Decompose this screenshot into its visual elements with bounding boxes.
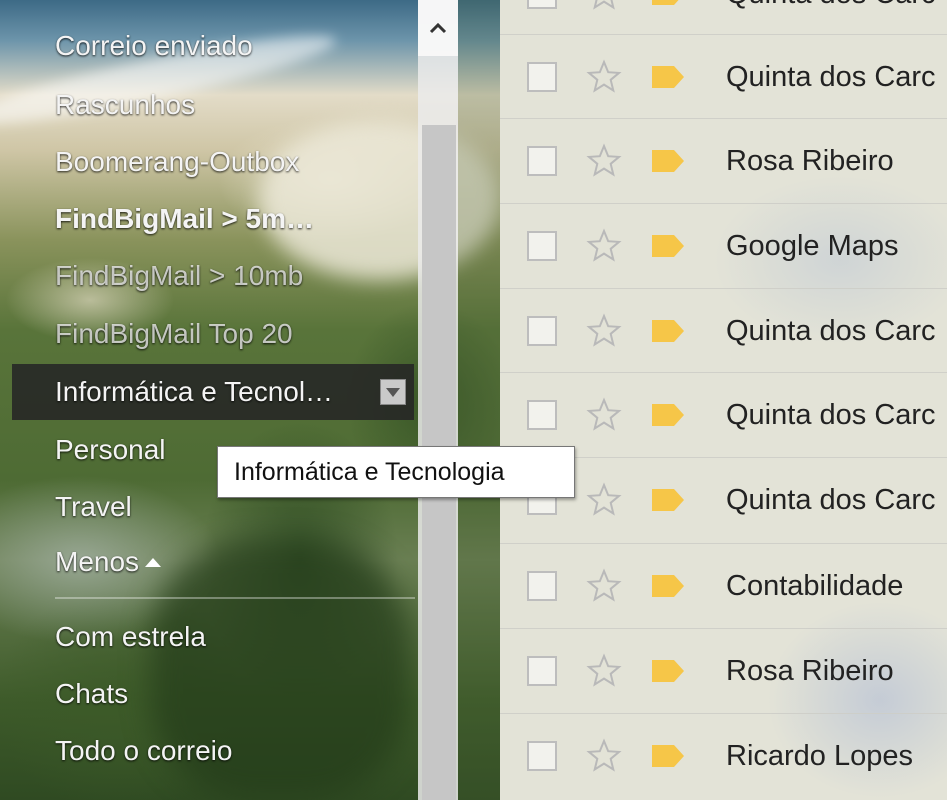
message-sender: Quinta dos Carc — [726, 0, 936, 36]
star-outline-icon[interactable] — [586, 568, 622, 604]
select-checkbox[interactable] — [527, 146, 557, 176]
sidebar-item-sent-mail[interactable]: Correio enviado — [0, 18, 418, 74]
message-list: Quinta dos Carc Quinta dos Carc Rosa Rib… — [500, 0, 947, 800]
sidebar-divider — [55, 597, 415, 599]
star-outline-icon[interactable] — [586, 313, 622, 349]
select-checkbox[interactable] — [527, 571, 557, 601]
select-checkbox[interactable] — [527, 231, 557, 261]
sidebar-item-label: Rascunhos — [55, 89, 196, 120]
sidebar-item-findbigmail-5mb[interactable]: FindBigMail > 5m… — [0, 191, 418, 247]
star-outline-icon[interactable] — [586, 738, 622, 774]
message-sender: Rosa Ribeiro — [726, 654, 894, 687]
message-sender: Quinta dos Carc — [726, 483, 936, 516]
scroll-up-button[interactable] — [418, 0, 458, 56]
label-tag-icon[interactable] — [650, 317, 686, 345]
label-tag-icon[interactable] — [650, 232, 686, 260]
select-checkbox[interactable] — [527, 0, 557, 9]
sidebar-item-all-mail[interactable]: Todo o correio — [0, 723, 418, 779]
sidebar-item-label: FindBigMail > 10mb — [55, 260, 304, 291]
message-row[interactable]: Google Maps — [500, 203, 947, 287]
message-row[interactable]: Quinta dos Carc — [500, 0, 947, 35]
label-tooltip: Informática e Tecnologia — [217, 446, 575, 498]
panel-gap — [458, 0, 500, 800]
label-tag-icon[interactable] — [650, 486, 686, 514]
star-outline-icon[interactable] — [586, 59, 622, 95]
triangle-up-icon — [145, 557, 162, 567]
sidebar-item-label: FindBigMail Top 20 — [55, 318, 293, 349]
sidebar-item-label: Todo o correio — [55, 735, 233, 766]
select-checkbox[interactable] — [527, 62, 557, 92]
sidebar-item-label: FindBigMail > 5m… — [55, 203, 315, 234]
sidebar-item-label: Chats — [55, 678, 129, 709]
message-sender: Quinta dos Carc — [726, 60, 936, 93]
sidebar-item-label: Personal — [55, 434, 166, 465]
sidebar-item-findbigmail-10mb[interactable]: FindBigMail > 10mb — [0, 248, 418, 304]
star-outline-icon[interactable] — [586, 143, 622, 179]
message-row[interactable]: Rosa Ribeiro — [500, 118, 947, 202]
star-outline-icon[interactable] — [586, 0, 622, 12]
message-sender: Contabilidade — [726, 569, 904, 602]
sidebar-item-starred[interactable]: Com estrela — [0, 609, 418, 665]
message-sender: Ricardo Lopes — [726, 739, 913, 772]
star-outline-icon[interactable] — [586, 397, 622, 433]
select-checkbox[interactable] — [527, 400, 557, 430]
message-row[interactable]: Quinta dos Carc — [500, 288, 947, 372]
message-row[interactable]: Ricardo Lopes — [500, 713, 947, 797]
chevron-up-icon — [429, 22, 447, 34]
sidebar-item-label: Boomerang-Outbox — [55, 146, 300, 177]
select-checkbox[interactable] — [527, 656, 557, 686]
label-tag-icon[interactable] — [650, 742, 686, 770]
label-tag-icon[interactable] — [650, 401, 686, 429]
sidebar-scrollbar[interactable] — [418, 0, 458, 800]
message-row[interactable]: Rosa Ribeiro — [500, 628, 947, 712]
message-row[interactable]: Quinta dos Carc — [500, 372, 947, 456]
label-tag-icon[interactable] — [650, 0, 686, 8]
message-sender: Google Maps — [726, 229, 899, 262]
sidebar-item-findbigmail-top20[interactable]: FindBigMail Top 20 — [0, 306, 418, 362]
sidebar-item-chats[interactable]: Chats — [0, 666, 418, 722]
label-tag-icon[interactable] — [650, 657, 686, 685]
message-row[interactable]: Contabilidade — [500, 543, 947, 627]
label-sidebar: Correio enviado Rascunhos Boomerang-Outb… — [0, 0, 418, 800]
sidebar-item-drafts[interactable]: Rascunhos — [0, 77, 418, 133]
message-sender: Rosa Ribeiro — [726, 144, 894, 177]
dropdown-arrow-icon[interactable] — [380, 379, 406, 405]
sidebar-item-boomerang-outbox[interactable]: Boomerang-Outbox — [0, 134, 418, 190]
star-outline-icon[interactable] — [586, 653, 622, 689]
sidebar-item-label: Menos — [55, 546, 140, 577]
sidebar-item-label: Informática e Tecnol… — [55, 376, 334, 407]
star-outline-icon[interactable] — [586, 228, 622, 264]
label-tag-icon[interactable] — [650, 147, 686, 175]
sidebar-item-label: Com estrela — [55, 621, 206, 652]
sidebar-item-label: Correio enviado — [55, 30, 253, 61]
label-tag-icon[interactable] — [650, 63, 686, 91]
label-tag-icon[interactable] — [650, 572, 686, 600]
sidebar-item-informatica[interactable]: Informática e Tecnol… — [12, 364, 414, 420]
tooltip-text: Informática e Tecnologia — [234, 457, 505, 486]
sidebar-item-less-toggle[interactable]: Menos — [0, 534, 418, 590]
star-outline-icon[interactable] — [586, 482, 622, 518]
message-row[interactable]: Quinta dos Carc — [500, 34, 947, 118]
message-sender: Quinta dos Carc — [726, 314, 936, 347]
sidebar-item-label: Travel — [55, 491, 132, 522]
select-checkbox[interactable] — [527, 741, 557, 771]
message-sender: Quinta dos Carc — [726, 398, 936, 431]
select-checkbox[interactable] — [527, 316, 557, 346]
